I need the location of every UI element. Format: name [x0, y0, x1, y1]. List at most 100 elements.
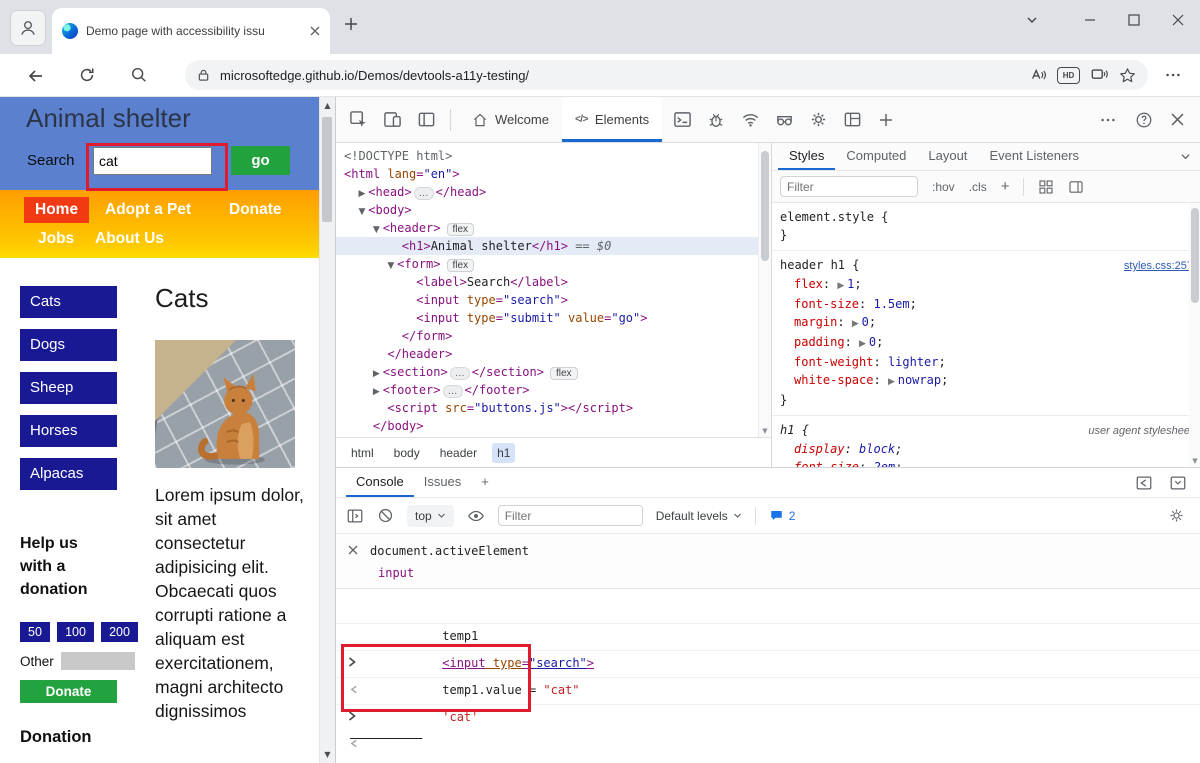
- dom-tree-row-footer[interactable]: ▶ <footer>… </footer>: [336, 381, 771, 399]
- nav-item-donate[interactable]: Donate: [229, 201, 282, 219]
- dom-tree-row-input-submit[interactable]: <input type="submit" value="go">: [336, 309, 771, 327]
- media-controls-icon[interactable]: [1090, 66, 1109, 84]
- css-declaration-font-size-overridden[interactable]: font-size: 2em;: [772, 458, 1200, 467]
- tab-elements[interactable]: </> Elements: [561, 97, 663, 142]
- chevron-down-icon[interactable]: [1180, 151, 1200, 162]
- amount-button-100[interactable]: 100: [57, 622, 94, 642]
- live-expression-block[interactable]: document.activeElement input: [336, 534, 1200, 589]
- tab-welcome[interactable]: Welcome: [459, 97, 562, 142]
- read-aloud-icon[interactable]: [1029, 66, 1047, 84]
- css-declaration-font-size[interactable]: font-size: 1.5em;: [772, 295, 1200, 313]
- css-declaration-margin[interactable]: margin: ▶ 0;: [772, 313, 1200, 333]
- search-icon[interactable]: [130, 66, 148, 84]
- css-rule-element-style[interactable]: element.style { }: [772, 203, 1200, 251]
- dom-tree-row-html[interactable]: <html lang="en">: [336, 165, 771, 183]
- scrollbar-thumb[interactable]: [322, 117, 332, 222]
- address-bar[interactable]: microsoftedge.github.io/Demos/devtools-a…: [185, 60, 1148, 90]
- scroll-down-icon[interactable]: ▼: [759, 427, 771, 435]
- dom-tree-row-head[interactable]: ▶ <head>… </head>: [336, 183, 771, 201]
- execution-context-dropdown[interactable]: top: [407, 504, 454, 527]
- css-declaration-padding[interactable]: padding: ▶ 0;: [772, 333, 1200, 353]
- collapse-drawer-icon[interactable]: [1169, 474, 1187, 492]
- dom-tree-row-header[interactable]: ▼ <header> flex: [336, 219, 771, 237]
- tab-console[interactable]: Console: [346, 468, 414, 497]
- rule-selector[interactable]: h1 {: [780, 421, 809, 439]
- new-style-rule-button[interactable]: +: [1001, 178, 1010, 195]
- css-declaration-flex[interactable]: flex: ▶ 1;: [772, 275, 1200, 295]
- category-button-cats[interactable]: Cats: [20, 286, 117, 318]
- profile-button[interactable]: [10, 10, 46, 46]
- inspect-icon[interactable]: [348, 110, 368, 130]
- dom-tree-row-script[interactable]: <script src="buttons.js"></script>: [336, 399, 771, 417]
- rule-source-link[interactable]: styles.css:257: [1124, 257, 1193, 275]
- toggle-hover-state-button[interactable]: :hov: [932, 180, 955, 194]
- styles-scrollbar[interactable]: ▼: [1189, 204, 1200, 467]
- console-sidebar-icon[interactable]: [346, 507, 364, 525]
- add-drawer-tab-button[interactable]: +: [471, 468, 499, 497]
- dom-tree-row-body-close[interactable]: </body>: [336, 417, 771, 435]
- styles-filter-input[interactable]: [780, 176, 918, 197]
- dom-tree-row-body[interactable]: ▼ <body>: [336, 201, 771, 219]
- help-icon[interactable]: [1135, 111, 1153, 129]
- tab-styles[interactable]: Styles: [778, 143, 836, 170]
- computed-panel-icon[interactable]: [1068, 179, 1084, 195]
- rendering-goggles-icon[interactable]: [774, 110, 794, 130]
- dom-tree-row-doctype[interactable]: <!DOCTYPE html>: [336, 147, 771, 165]
- breadcrumb-h1[interactable]: h1: [492, 442, 516, 463]
- dom-tree-scrollbar[interactable]: ▼: [758, 143, 771, 437]
- dom-tree-row-label[interactable]: <label>Search</label>: [336, 273, 771, 291]
- back-icon[interactable]: [26, 66, 46, 86]
- breadcrumb-html[interactable]: html: [346, 443, 379, 463]
- css-rule-header-h1[interactable]: header h1 { styles.css:257 flex: ▶ 1; fo…: [772, 251, 1200, 416]
- favorites-star-icon[interactable]: [1119, 67, 1136, 84]
- console-filter-input[interactable]: [497, 505, 643, 526]
- network-wifi-icon[interactable]: [740, 110, 760, 130]
- nav-item-adopt-a-pet[interactable]: Adopt a Pet: [105, 201, 191, 219]
- category-button-sheep[interactable]: Sheep: [20, 372, 117, 404]
- go-button[interactable]: go: [231, 146, 290, 175]
- element-states-grid-icon[interactable]: [1038, 179, 1054, 195]
- css-rule-h1-user-agent[interactable]: h1 { user agent stylesheet display: bloc…: [772, 416, 1200, 467]
- css-declaration-white-space[interactable]: white-space: ▶ nowrap;: [772, 371, 1200, 391]
- console-tool-icon[interactable]: [672, 110, 692, 130]
- live-expression-eye-icon[interactable]: [467, 507, 485, 525]
- more-tools-plus-icon[interactable]: [876, 110, 896, 130]
- minimize-icon[interactable]: [1068, 0, 1112, 40]
- scroll-up-icon[interactable]: ▲: [320, 101, 335, 110]
- devtools-more-icon[interactable]: [1099, 111, 1117, 129]
- category-button-dogs[interactable]: Dogs: [20, 329, 117, 361]
- rule-selector[interactable]: element.style {: [780, 208, 888, 226]
- breadcrumb-body[interactable]: body: [389, 443, 425, 463]
- scrollbar-thumb[interactable]: [1191, 208, 1199, 303]
- new-tab-button[interactable]: [344, 17, 358, 31]
- debugger-bug-icon[interactable]: [706, 110, 726, 130]
- browser-tab[interactable]: Demo page with accessibility issu: [52, 8, 330, 54]
- nav-item-about-us[interactable]: About Us: [95, 230, 164, 248]
- tab-issues[interactable]: Issues: [414, 468, 472, 497]
- clear-console-icon[interactable]: [377, 507, 394, 524]
- scroll-down-icon[interactable]: ▼: [1189, 457, 1200, 465]
- dom-tree-row-section[interactable]: ▶ <section>… </section> flex: [336, 363, 771, 381]
- tab-layout[interactable]: Layout: [917, 143, 978, 170]
- live-expression-text[interactable]: document.activeElement: [370, 544, 529, 558]
- css-declaration-display[interactable]: display: block;: [772, 440, 1200, 458]
- tab-computed[interactable]: Computed: [835, 143, 917, 170]
- amount-button-200[interactable]: 200: [101, 622, 138, 642]
- settings-gear-icon[interactable]: [808, 110, 828, 130]
- tab-actions-chevron-icon[interactable]: [1010, 0, 1054, 40]
- tab-close-icon[interactable]: [310, 26, 320, 36]
- more-options-icon[interactable]: [1164, 66, 1182, 84]
- breadcrumb-header[interactable]: header: [435, 443, 482, 463]
- dom-tree-row-form[interactable]: ▼ <form> flex: [336, 255, 771, 273]
- scrollbar-thumb[interactable]: [761, 151, 769, 261]
- toggle-class-button[interactable]: .cls: [969, 180, 987, 194]
- hd-badge-icon[interactable]: HD: [1057, 66, 1080, 84]
- refresh-icon[interactable]: [78, 66, 96, 84]
- message-count-badge[interactable]: 2: [769, 508, 795, 523]
- close-window-icon[interactable]: [1156, 0, 1200, 40]
- remove-live-expression-icon[interactable]: [348, 545, 358, 555]
- donate-button[interactable]: Donate: [20, 680, 117, 703]
- layout-panel-icon[interactable]: [842, 110, 862, 130]
- console-command-temp1[interactable]: temp1: [336, 597, 1200, 667]
- css-declaration-font-weight[interactable]: font-weight: lighter;: [772, 353, 1200, 371]
